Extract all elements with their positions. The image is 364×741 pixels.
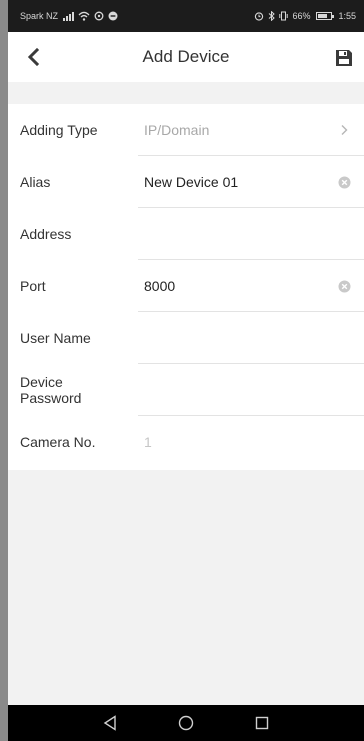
port-field[interactable]: 8000 [144,260,324,312]
port-clear-button[interactable] [336,278,352,294]
port-label: Port [20,278,46,294]
system-nav-bar [8,705,364,741]
floppy-disk-icon [336,50,352,66]
chat-icon [108,11,118,21]
device-form: Adding Type IP/Domain Alias New Device 0… [8,104,364,470]
port-value: 8000 [144,278,176,294]
section-spacer [8,82,364,104]
device-password-row: Device Password [8,364,364,416]
alias-field[interactable]: New Device 01 [144,156,324,208]
save-button[interactable] [330,44,358,72]
alarm-icon [255,12,264,21]
user-name-field[interactable] [144,312,324,364]
signal-icon [63,11,75,21]
chevron-right-icon [336,122,352,138]
battery-percent: 66% [292,11,311,21]
bluetooth-icon [269,11,276,21]
status-bar: Spark NZ 66% 1:55 [8,0,364,32]
vibrate-icon [279,11,289,21]
alias-row: Alias New Device 01 [8,156,364,208]
clear-circle-icon [338,280,350,292]
alias-clear-button[interactable] [336,174,352,190]
adding-type-label: Adding Type [20,122,98,138]
square-recents-icon [255,716,269,730]
system-back-button[interactable] [101,714,119,732]
status-right: 66% 1:55 [254,11,356,21]
system-home-button[interactable] [177,714,195,732]
camera-no-value: 1 [144,434,152,450]
back-chevron-icon [27,48,40,66]
port-row: Port 8000 [8,260,364,312]
user-name-row: User Name [8,312,364,364]
clear-circle-icon [338,176,350,188]
carrier-name: Spark NZ [20,11,59,21]
address-row: Address [8,208,364,260]
system-recents-button[interactable] [253,714,271,732]
device-password-label: Device Password [20,374,82,406]
camera-no-label: Camera No. [20,434,96,450]
back-button[interactable] [18,42,48,72]
triangle-back-icon [103,715,116,731]
page-title: Add Device [142,47,230,66]
circle-home-icon [178,715,194,731]
address-label: Address [20,226,72,242]
camera-no-field[interactable]: 1 [144,416,324,468]
header-bar: Add Device [8,32,364,82]
address-field[interactable] [144,208,324,260]
adding-type-value: IP/Domain [144,122,210,138]
status-left: Spark NZ [20,11,118,21]
wifi-icon [78,11,90,21]
user-name-label: User Name [20,330,91,346]
device-password-field[interactable] [144,364,324,416]
alias-label: Alias [20,174,51,190]
status-time: 1:55 [338,11,356,21]
phone-screen: Spark NZ 66% 1:55 Add Device Adding Type… [8,0,364,741]
hotspot-icon [94,11,104,21]
battery-icon [316,12,335,20]
alias-value: New Device 01 [144,174,239,190]
camera-no-row: Camera No. 1 [8,416,364,468]
adding-type-row[interactable]: Adding Type IP/Domain [8,104,364,156]
